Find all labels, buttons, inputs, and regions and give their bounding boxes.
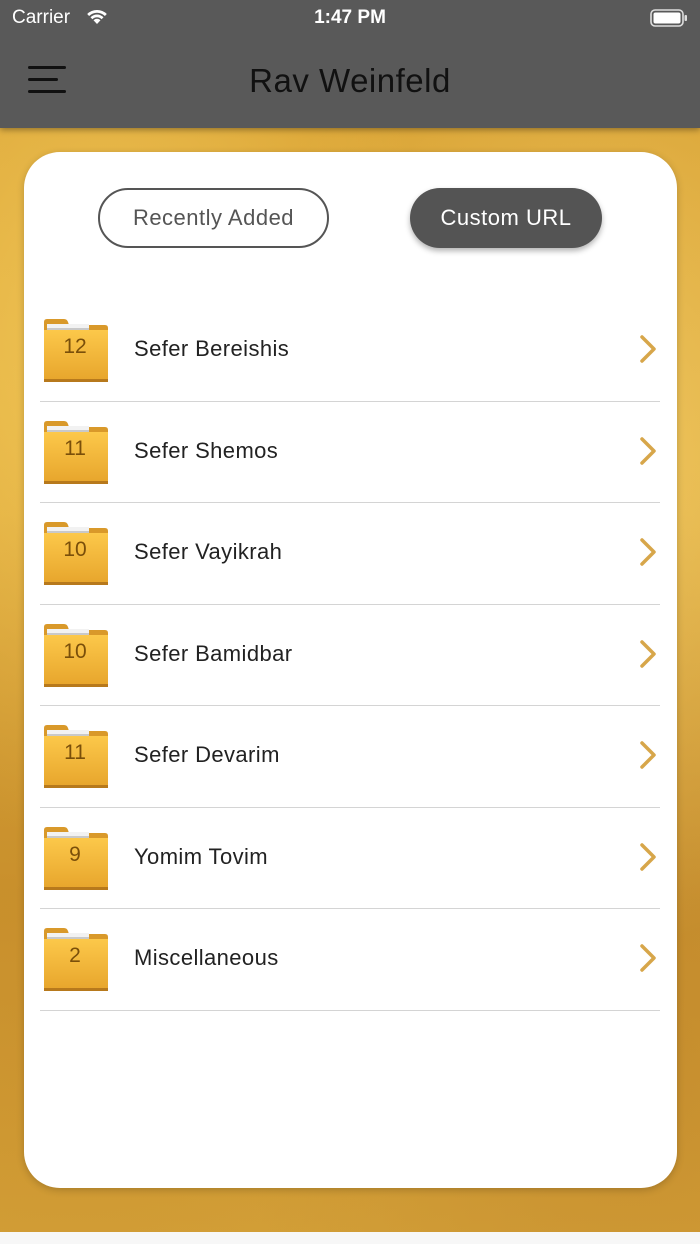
folder-count: 10 [63,538,87,561]
folder-label: Yomim Tovim [134,843,268,869]
bottom-strip [0,1232,700,1244]
page-title: Rav Weinfeld [249,62,451,99]
folder-row-7[interactable]: 2 Miscellaneous [40,909,660,1011]
folder-row-3[interactable]: 10 Sefer Vayikrah [40,503,660,605]
folder-label: Sefer Shemos [134,437,279,463]
folder-count: 9 [69,842,81,866]
chevron-right-icon [640,944,656,972]
folder-count: 11 [64,741,86,764]
folder-icon: 2 [42,925,110,993]
folder-label: Sefer Bamidbar [134,640,293,666]
status-bar: Carrier 1:47 PM [0,0,700,36]
folder-label: Sefer Vayikrah [134,539,283,564]
folder-label: Sefer Bereishis [134,336,290,361]
folder-row-2[interactable]: 11 Sefer Shemos [40,402,660,503]
folder-count: 11 [64,436,86,460]
folder-count: 12 [63,335,87,358]
folder-label: Sefer Devarim [134,742,280,767]
folder-count: 2 [69,944,81,967]
folder-icon: 10 [42,621,110,689]
folder-label: Miscellaneous [134,945,279,970]
folder-row-4[interactable]: 10 Sefer Bamidbar [40,605,660,706]
folder-list: 12 Sefer Bereishis 11 Sefer Shemos 10 Se… [40,300,660,1011]
folder-row-6[interactable]: 9 Yomim Tovim [40,808,660,909]
chevron-right-icon [640,436,656,465]
folder-row-1[interactable]: 12 Sefer Bereishis [40,300,660,402]
folder-icon: 9 [42,824,110,892]
chevron-right-icon [640,639,656,668]
folder-count: 10 [63,639,87,663]
clock: 1:47 PM [314,7,386,28]
recently-added-button[interactable]: Recently Added [98,188,329,248]
folder-icon: 10 [42,519,110,587]
chevron-right-icon [640,538,656,566]
content-card: Recently Added Custom URL 12 Sefer Berei… [24,152,677,1188]
folder-row-5[interactable]: 11 Sefer Devarim [40,706,660,808]
custom-url-button[interactable]: Custom URL [410,188,602,248]
folder-icon: 11 [42,418,110,486]
chevron-right-icon [640,741,656,769]
chevron-right-icon [640,842,656,871]
folder-icon: 11 [42,722,110,790]
battery-icon [650,9,687,27]
chevron-right-icon [640,335,656,363]
navigation-bar: Carrier 1:47 PM Rav Weinfeld [0,0,700,128]
folder-icon: 12 [42,316,110,384]
